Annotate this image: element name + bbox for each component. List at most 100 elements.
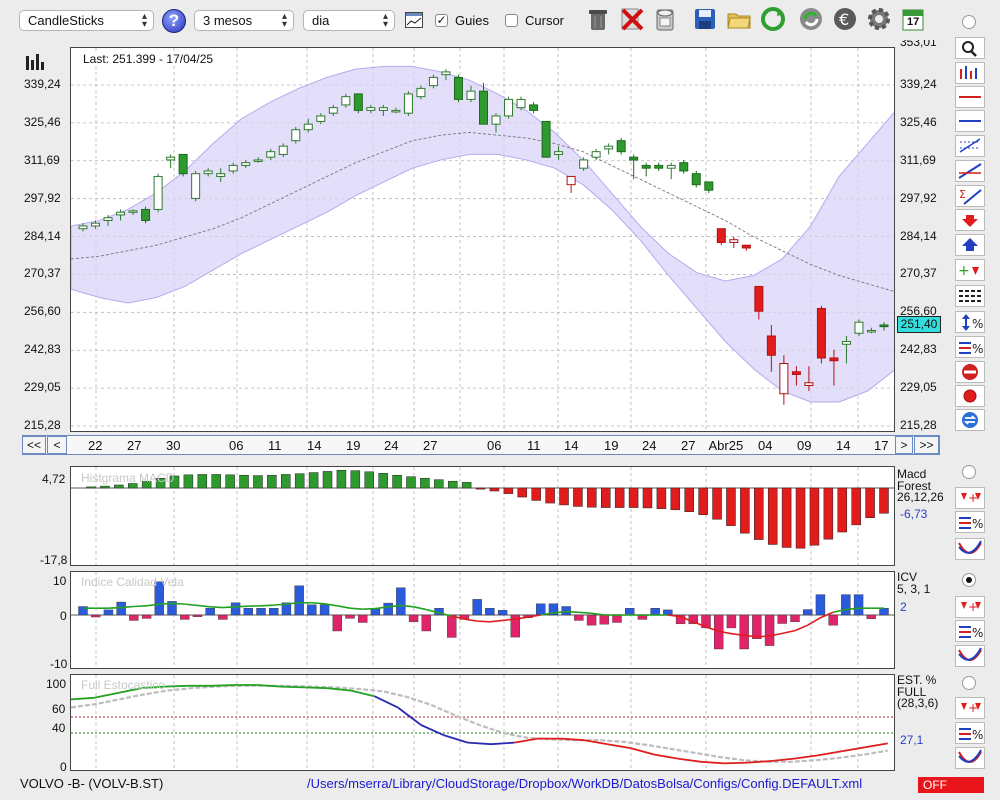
stoch-k-line [654, 753, 678, 760]
swap-button[interactable] [955, 409, 985, 431]
candle-body [91, 222, 101, 227]
macd-bar [531, 487, 541, 501]
sync-icon[interactable] [798, 6, 824, 32]
stoch-panel[interactable]: Full Estocastico [70, 674, 895, 771]
candle-body [116, 211, 126, 216]
icv-signal-line [273, 603, 287, 606]
x-axis-tick-label: 14 [307, 438, 322, 453]
guies-label: Guies [455, 13, 489, 28]
equal-percent-icon: % [959, 728, 983, 742]
candle-body [253, 159, 263, 162]
horizontal-line-blue-icon [959, 120, 981, 122]
interval-select[interactable]: dia ▴ ▾ [303, 10, 395, 31]
macd-title: Histgrama MACD [81, 471, 175, 485]
panel-select-radio-macd[interactable] [962, 465, 976, 479]
icv-bar [828, 614, 838, 626]
cursor-checkbox[interactable] [505, 14, 518, 27]
euro-icon[interactable]: € [832, 6, 858, 32]
icv-bar [866, 614, 876, 619]
nav-last-button[interactable]: >> [914, 436, 939, 454]
delete-icon[interactable] [619, 6, 645, 32]
macd-bar [225, 474, 235, 489]
panel-select-radio-stoch[interactable] [962, 676, 976, 690]
macd-bar [211, 474, 221, 489]
icv-bar [612, 614, 622, 623]
trendline-button[interactable] [955, 160, 985, 182]
macd-panel[interactable]: Histgrama MACD [70, 466, 895, 566]
candle-body [316, 115, 326, 122]
icv-title: Indice Calidad Vela [81, 575, 184, 589]
stoch-k-line [327, 687, 352, 692]
x-axis-tick-label: 22 [88, 438, 103, 453]
crossover-button[interactable] [955, 747, 985, 769]
x-axis-tick-label: 14 [836, 438, 851, 453]
icv-bar [841, 594, 851, 616]
gear-icon[interactable] [866, 6, 892, 32]
horizontal-line-red-button[interactable] [955, 86, 985, 108]
x-axis-tick-label: 11 [268, 438, 282, 453]
config-path-link[interactable]: /Users/mserra/Library/CloudStorage/Dropb… [307, 776, 862, 791]
chart-window-icon[interactable] [405, 12, 423, 28]
macd-bar [322, 471, 333, 489]
icv-bar [205, 608, 215, 616]
icv-bar [472, 599, 482, 616]
x-axis-tick-label: 30 [166, 438, 181, 453]
trash-icon[interactable] [585, 6, 611, 32]
down-up-signal-button[interactable]: + [955, 596, 985, 618]
help-icon: ? [168, 11, 180, 30]
equal-percent-button[interactable]: % [955, 511, 985, 533]
macd-bar [698, 487, 708, 515]
record-button[interactable] [955, 385, 985, 407]
grid-lines-icon [959, 290, 981, 302]
candle-body [341, 96, 351, 106]
candle-body [378, 107, 388, 111]
zoom-button[interactable] [955, 37, 985, 59]
panel-select-radio-main[interactable] [962, 15, 976, 29]
equal-percent-button[interactable]: % [955, 620, 985, 642]
x-axis-tick-label: 19 [604, 438, 619, 453]
down-arrow-button[interactable] [955, 209, 985, 231]
macd-bar [461, 482, 472, 489]
icv-bar [218, 614, 228, 620]
nav-first-button[interactable]: << [22, 436, 46, 454]
off-indicator[interactable]: OFF [918, 777, 984, 793]
horizontal-line-blue-button[interactable] [955, 110, 985, 132]
add-signal-button[interactable]: + [955, 259, 985, 281]
fibonacci-button[interactable] [955, 135, 985, 157]
down-up-signal-button[interactable]: + [955, 697, 985, 719]
panel-select-radio-icv[interactable] [962, 573, 976, 587]
calendar-icon[interactable]: 17 [900, 6, 926, 32]
database-icon[interactable] [652, 6, 678, 32]
refresh-icon[interactable] [760, 6, 786, 32]
open-folder-icon[interactable] [726, 6, 752, 32]
save-icon[interactable] [692, 6, 718, 32]
chart-style-button[interactable] [955, 62, 985, 84]
icv-bar [230, 602, 241, 616]
guies-checkbox[interactable]: ✓ [435, 14, 448, 27]
down-up-signal-button[interactable]: + [955, 487, 985, 509]
scale-percent-button[interactable]: % [955, 311, 985, 333]
icv-bar [777, 614, 787, 624]
candle-body [78, 225, 88, 230]
price-chart-panel[interactable]: Last: 251.399 - 17/04/25 [70, 47, 895, 432]
period-select[interactable]: 3 mesos ▴ ▾ [194, 10, 294, 31]
grid-lines-button[interactable] [955, 285, 985, 307]
crossover-button[interactable] [955, 645, 985, 667]
y-axis-label-left: 339,24 [24, 77, 61, 91]
icv-signal-line [121, 605, 134, 609]
candle-body [554, 151, 564, 155]
equal-percent-button[interactable]: % [955, 722, 985, 744]
nav-next-button[interactable]: > [895, 436, 913, 454]
icv-bar [243, 608, 253, 616]
calendar-day: 17 [907, 16, 920, 28]
sigma-button[interactable]: Σ [955, 185, 985, 207]
crossover-button[interactable] [955, 538, 985, 560]
sigma-icon: Σ [959, 188, 982, 205]
icv-panel[interactable]: Indice Calidad Vela [70, 571, 895, 669]
help-button[interactable]: ? [162, 9, 186, 33]
equal-percent-button[interactable]: % [955, 336, 985, 358]
no-entry-button[interactable] [955, 361, 985, 383]
nav-prev-button[interactable]: < [47, 436, 67, 454]
up-arrow-button[interactable] [955, 234, 985, 256]
chart-type-select[interactable]: CandleSticks ▴ ▾ [19, 10, 154, 31]
